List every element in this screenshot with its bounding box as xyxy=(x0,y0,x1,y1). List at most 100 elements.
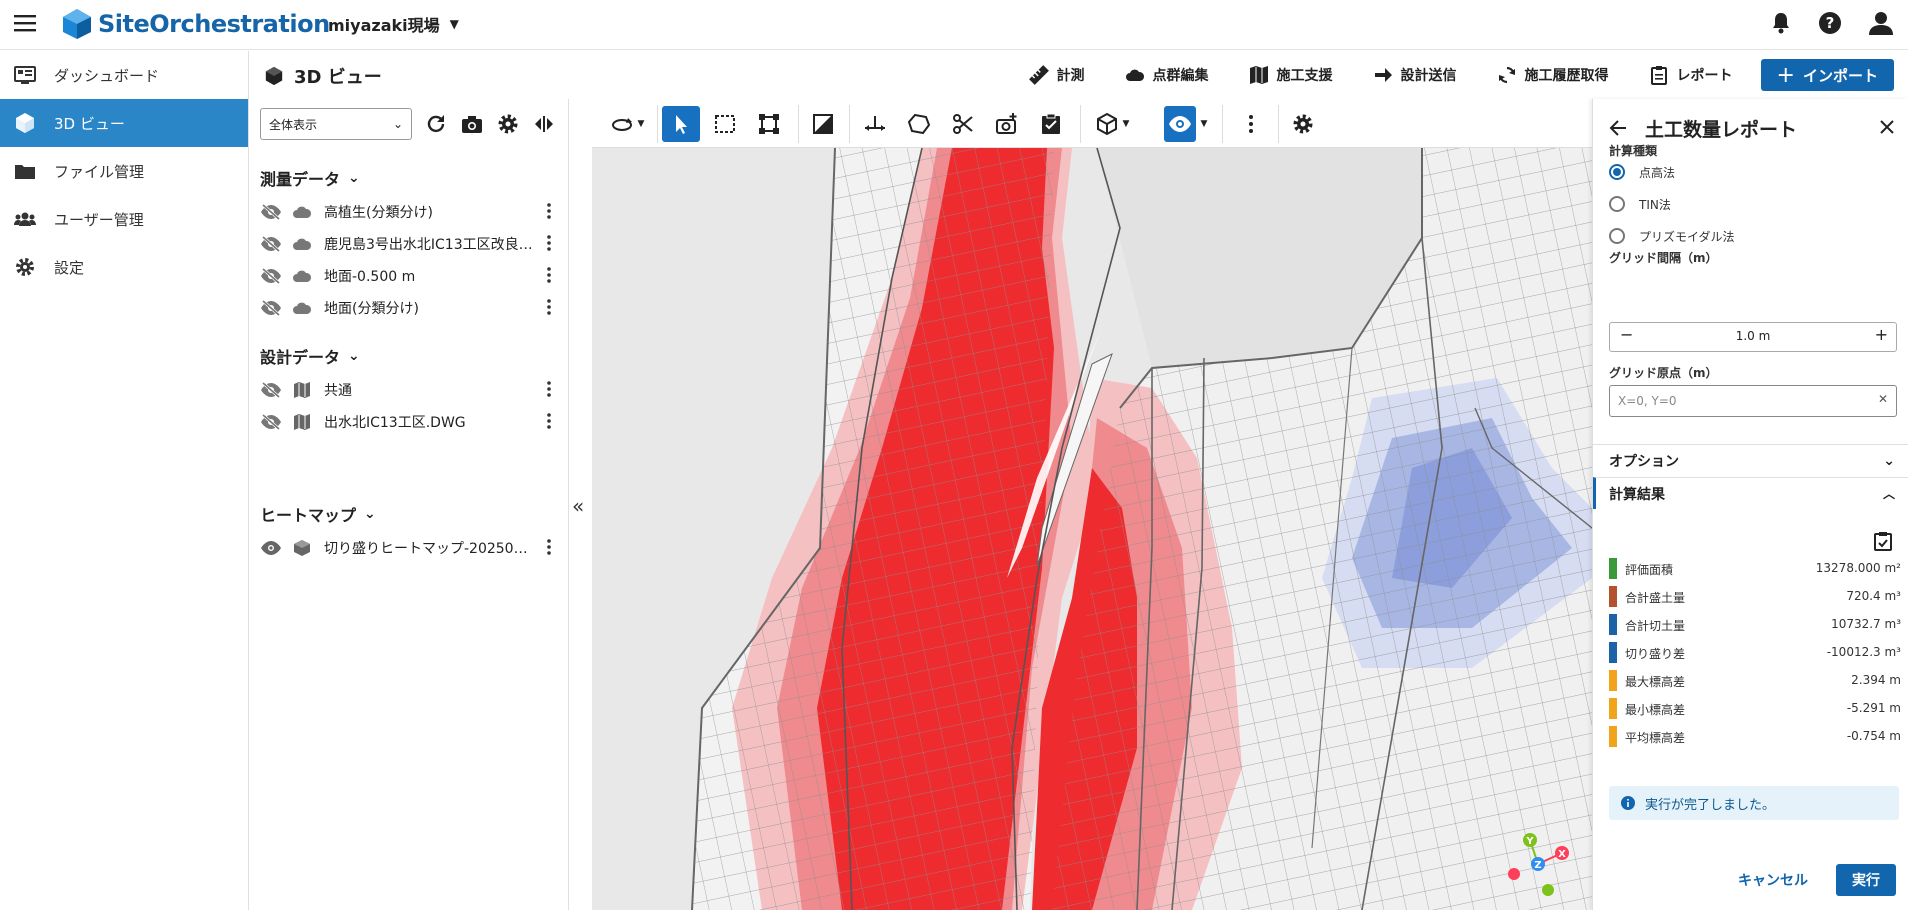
design-send-button[interactable]: 設計送信 xyxy=(1353,58,1477,92)
import-button[interactable]: + インポート xyxy=(1760,59,1894,91)
results-section-header[interactable]: 計算結果 ︿ xyxy=(1593,477,1908,509)
axis-x-label: X xyxy=(1558,849,1566,860)
select-tool-button[interactable] xyxy=(662,106,700,142)
sidebar-item-label: 3D ビュー xyxy=(54,114,125,133)
construction-support-button[interactable]: 施工支援 xyxy=(1229,58,1353,92)
sidebar-item-files[interactable]: ファイル管理 xyxy=(0,147,248,195)
back-arrow-icon[interactable] xyxy=(1609,119,1627,137)
visibility-button[interactable] xyxy=(1164,106,1196,142)
view-cube-button[interactable]: ▼ xyxy=(1086,106,1138,142)
app-logo[interactable]: SiteOrchestration xyxy=(62,6,330,42)
add-photo-button[interactable] xyxy=(988,106,1026,142)
eye-icon[interactable] xyxy=(260,540,282,556)
eye-off-icon[interactable] xyxy=(260,204,282,220)
grid-spacing-value[interactable]: 1.0 m xyxy=(1610,329,1896,343)
more-vertical-icon[interactable] xyxy=(546,202,552,220)
eye-off-icon[interactable] xyxy=(260,300,282,316)
copy-clipboard-icon[interactable] xyxy=(1874,531,1892,551)
more-vertical-icon[interactable] xyxy=(546,538,552,556)
result-row: 評価面積 13278.000 m² xyxy=(1609,557,1901,580)
visibility-menu-button[interactable]: ▼ xyxy=(1196,106,1212,142)
collapse-panel-button[interactable]: « xyxy=(572,494,584,518)
cancel-button[interactable]: キャンセル xyxy=(1726,870,1820,890)
eye-off-icon[interactable] xyxy=(260,268,282,284)
radio-tin[interactable]: TIN法 xyxy=(1609,193,1671,215)
more-vertical-icon[interactable] xyxy=(546,380,552,398)
options-section-header[interactable]: オプション ⌄ xyxy=(1593,444,1908,476)
options-label: オプション xyxy=(1609,453,1679,470)
3d-viewport[interactable]: Y X Z xyxy=(592,148,1592,910)
result-value: 10732.7 m³ xyxy=(1831,617,1901,631)
layer-item[interactable]: 高植生(分類分け) xyxy=(260,200,560,224)
lasso-tool-button[interactable] xyxy=(900,106,938,142)
more-vertical-icon[interactable] xyxy=(546,234,552,252)
layer-item[interactable]: 共通 xyxy=(260,378,560,402)
users-icon xyxy=(14,212,36,226)
more-vertical-icon[interactable] xyxy=(546,266,552,284)
account-icon[interactable] xyxy=(1868,10,1894,36)
more-vertical-icon[interactable] xyxy=(546,298,552,316)
site-selector[interactable]: miyazaki現場 ▼ xyxy=(328,12,459,36)
layer-item[interactable]: 切り盛りヒートマップ-202503… xyxy=(260,536,560,560)
axes-gizmo[interactable]: Y X Z xyxy=(1500,820,1590,910)
gear-icon[interactable] xyxy=(496,112,520,136)
page-title: 3D ビュー xyxy=(264,63,382,89)
sidebar-item-users[interactable]: ユーザー管理 xyxy=(0,195,248,243)
more-button[interactable] xyxy=(1232,106,1270,142)
refresh-icon[interactable] xyxy=(424,112,448,136)
sidebar-item-dashboard[interactable]: ダッシュボード xyxy=(0,51,248,99)
radio-point-height[interactable]: 点高法 xyxy=(1609,161,1675,183)
cloud-icon xyxy=(293,302,312,314)
dashboard-icon xyxy=(14,66,36,84)
layer-group-design[interactable]: 設計データ ⌄ xyxy=(260,344,360,368)
eye-off-icon[interactable] xyxy=(260,382,282,398)
chevron-down-icon: ⌄ xyxy=(1883,452,1895,469)
top-bar: SiteOrchestration miyazaki現場 ▼ ? xyxy=(0,0,1908,50)
grid-origin-input[interactable]: X=0, Y=0 ✕ xyxy=(1609,385,1897,417)
bell-icon[interactable] xyxy=(1770,11,1792,35)
measure-button[interactable]: 計測 xyxy=(1009,58,1105,92)
close-icon[interactable] xyxy=(1879,119,1895,135)
distance-icon xyxy=(865,116,885,131)
group-title: 測量データ xyxy=(260,170,341,189)
split-view-icon[interactable] xyxy=(532,112,556,136)
radio-label: TIN法 xyxy=(1639,197,1671,212)
polygon-icon xyxy=(907,113,931,135)
clipboard-icon xyxy=(1650,66,1667,85)
viewport-settings-button[interactable] xyxy=(1284,106,1322,142)
view-select[interactable]: 全体表示 ⌄ xyxy=(260,108,412,140)
terrain-canvas[interactable] xyxy=(592,148,1592,910)
sidebar-item-label: ファイル管理 xyxy=(54,162,145,181)
camera-icon[interactable] xyxy=(460,112,484,136)
plus-button[interactable]: + xyxy=(1875,325,1888,344)
result-row: 最大標高差 2.394 m xyxy=(1609,669,1901,692)
layer-item[interactable]: 地面(分類分け) xyxy=(260,296,560,320)
help-icon[interactable]: ? xyxy=(1818,11,1842,35)
layer-group-survey[interactable]: 測量データ ⌄ xyxy=(260,166,360,190)
sidebar-item-3d-view[interactable]: 3D ビュー xyxy=(0,99,248,147)
sidebar-item-settings[interactable]: 設定 xyxy=(0,243,248,291)
report-button[interactable]: レポート xyxy=(1629,58,1753,92)
result-color-bar xyxy=(1609,614,1617,635)
radio-prismoidal[interactable]: プリズモイダル法 xyxy=(1609,225,1735,247)
more-vertical-icon[interactable] xyxy=(546,412,552,430)
transform-button[interactable] xyxy=(750,106,788,142)
eye-off-icon[interactable] xyxy=(260,414,282,430)
eye-off-icon[interactable] xyxy=(260,236,282,252)
point-cloud-edit-button[interactable]: 点群編集 xyxy=(1105,58,1229,92)
cube-outline-icon xyxy=(1096,112,1117,136)
cut-tool-button[interactable] xyxy=(944,106,982,142)
clear-icon[interactable]: ✕ xyxy=(1878,392,1888,406)
run-button[interactable]: 実行 xyxy=(1836,864,1896,896)
distance-tool-button[interactable] xyxy=(856,106,894,142)
box-select-button[interactable] xyxy=(706,106,744,142)
layer-group-heatmap[interactable]: ヒートマップ ⌄ xyxy=(260,502,376,526)
layer-item[interactable]: 出水北IC13工区.DWG xyxy=(260,410,560,434)
construction-history-button[interactable]: 施工履歴取得 xyxy=(1477,58,1629,92)
inspection-button[interactable] xyxy=(1032,106,1070,142)
menu-icon[interactable] xyxy=(14,14,36,32)
slope-tool-button[interactable] xyxy=(804,106,842,142)
orbit-mode-button[interactable]: ▼ xyxy=(602,106,652,142)
layer-item[interactable]: 地面-0.500 m xyxy=(260,264,560,288)
layer-item[interactable]: 鹿児島3号出水北IC13工区改良… xyxy=(260,232,560,256)
